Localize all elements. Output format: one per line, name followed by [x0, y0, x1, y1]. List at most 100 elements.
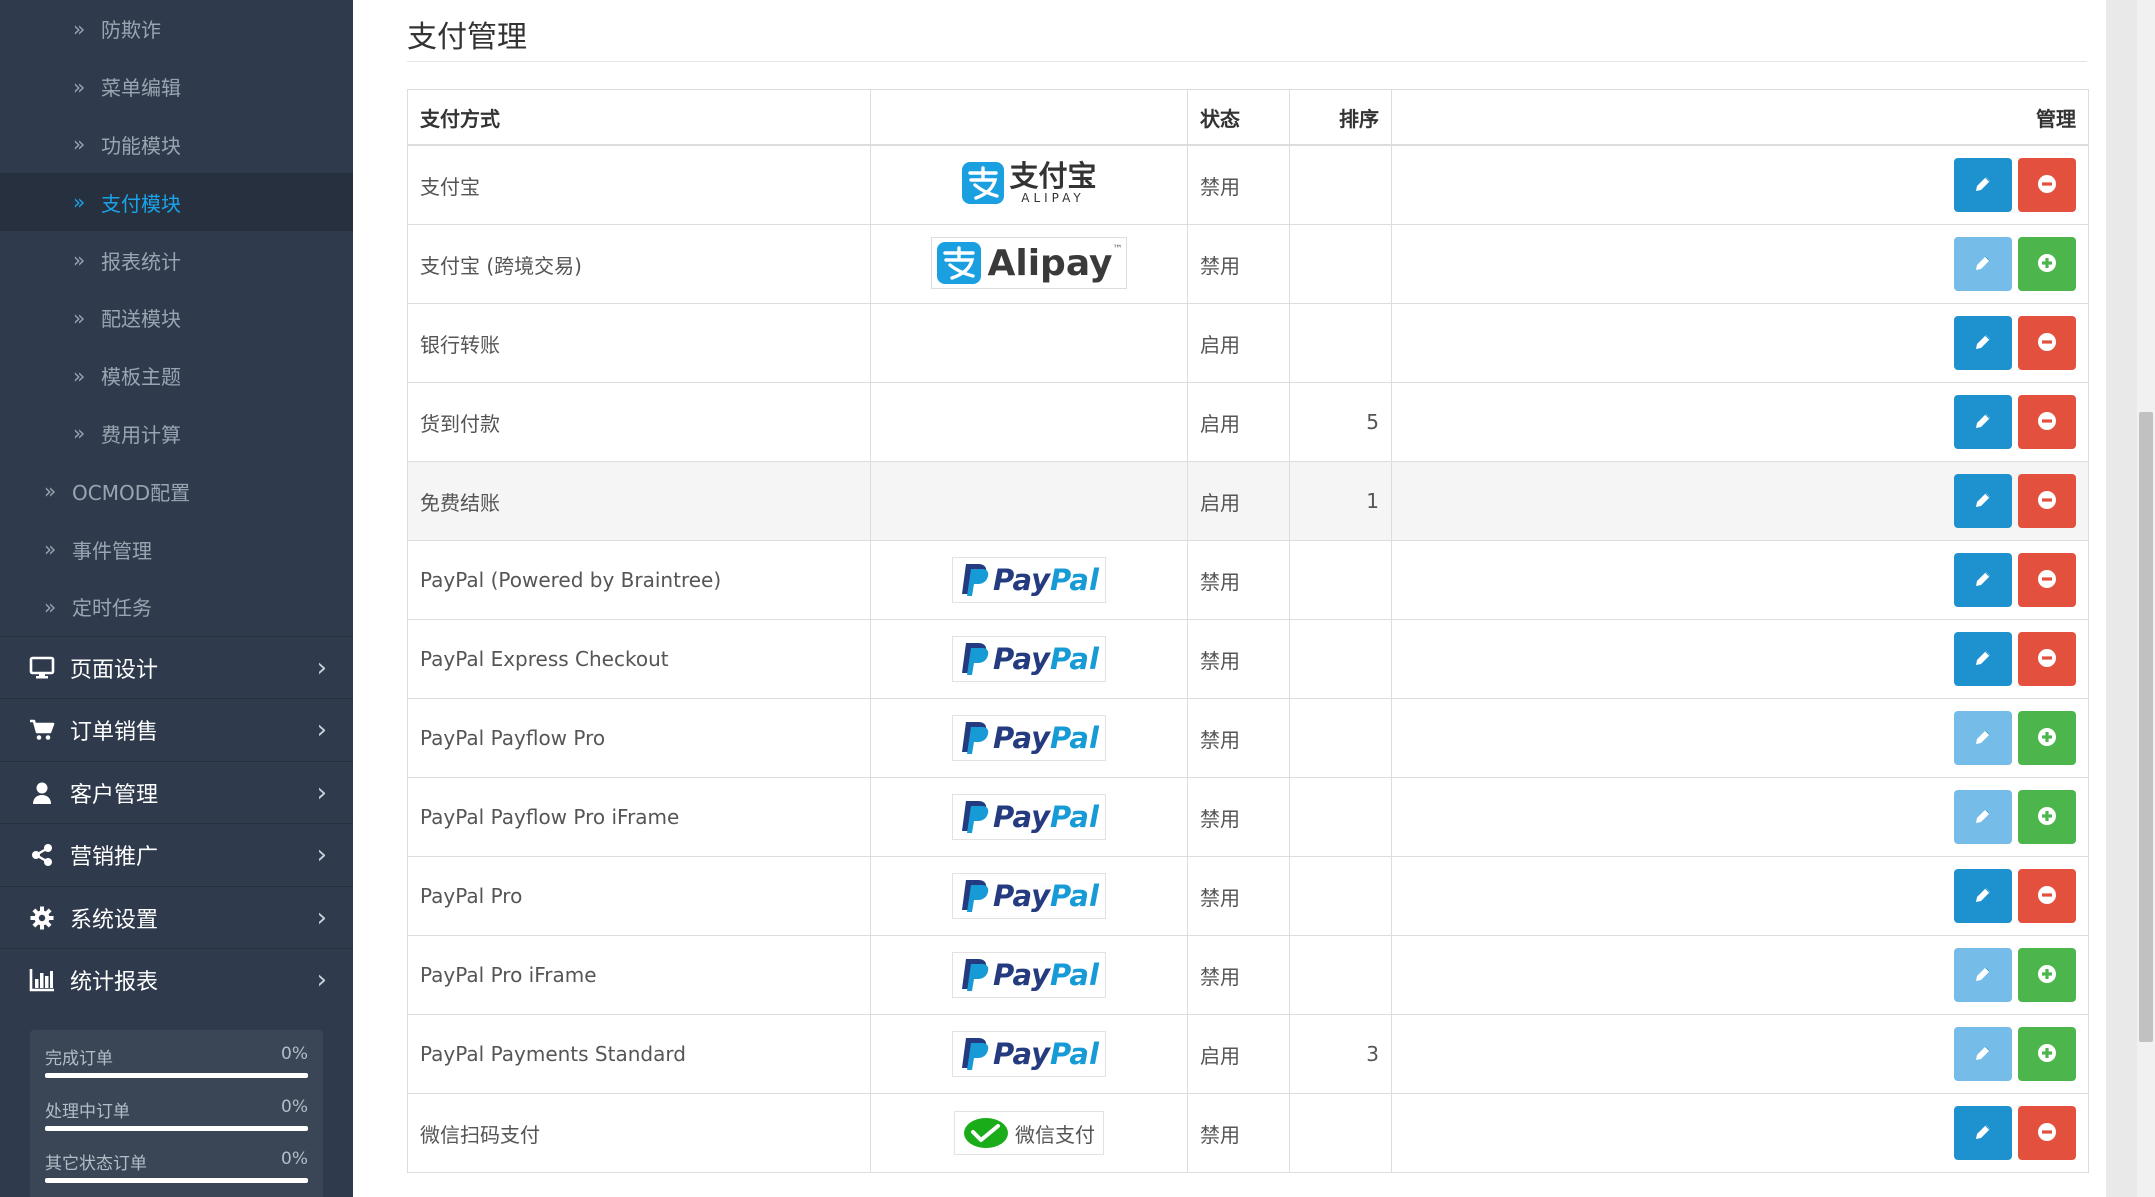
uninstall-button[interactable] [2018, 1106, 2076, 1160]
sidebar-item-8[interactable]: » OCMOD配置 [0, 462, 353, 520]
payment-method-name: PayPal Pro iFrame [407, 935, 871, 1015]
edit-button[interactable] [1954, 869, 2012, 923]
page-gutter [2106, 0, 2137, 1197]
share-icon [28, 841, 56, 869]
sidebar-item-label: 防欺诈 [101, 18, 161, 43]
paypal-logo-pal: Pal [1050, 563, 1099, 597]
column-header-method[interactable]: 支付方式 [407, 89, 871, 146]
paypal-logo-pay: Pay [993, 879, 1051, 913]
install-button[interactable] [2018, 1027, 2076, 1081]
payment-method-logo-cell: Pay Pal [870, 935, 1188, 1015]
install-button[interactable] [2018, 237, 2076, 291]
order-stat-label: 完成订单 [45, 1049, 113, 1069]
install-button[interactable] [2018, 948, 2076, 1002]
payment-status: 禁用 [1187, 1093, 1290, 1173]
edit-button[interactable] [1954, 632, 2012, 686]
paypal-logo: Pay Pal [952, 636, 1106, 682]
chevron-double-right-icon: » [44, 537, 57, 562]
edit-button[interactable] [1954, 1027, 2012, 1081]
sidebar-menu-label: 系统设置 [70, 907, 159, 933]
cog-icon [28, 904, 56, 932]
payment-status: 禁用 [1187, 935, 1290, 1015]
edit-button[interactable] [1954, 237, 2012, 291]
column-header-status[interactable]: 状态 [1187, 89, 1290, 146]
wechat-pay-logo: 微信支付 [954, 1111, 1104, 1155]
sidebar-item-2[interactable]: » 功能模块 [0, 116, 353, 174]
column-header-sort[interactable]: 排序 [1289, 89, 1392, 146]
table-row: 支付宝 支付宝 ALIPAY 禁用 [407, 144, 2089, 225]
sidebar-item-1[interactable]: » 菜单编辑 [0, 58, 353, 116]
payment-method-name: PayPal Payflow Pro iFrame [407, 777, 871, 857]
payment-method-logo-cell [870, 303, 1188, 383]
payment-actions [1391, 224, 2089, 304]
sidebar-item-6[interactable]: » 模板主题 [0, 347, 353, 405]
install-button[interactable] [2018, 790, 2076, 844]
payment-status: 禁用 [1187, 698, 1290, 778]
uninstall-button[interactable] [2018, 474, 2076, 528]
chevron-double-right-icon: » [73, 132, 86, 157]
payment-actions [1391, 461, 2089, 541]
payment-method-logo-cell: 支付宝 ALIPAY [870, 144, 1188, 225]
payment-sort-order: 5 [1289, 382, 1392, 462]
alipay-logo-subtext: ALIPAY [1021, 190, 1085, 205]
sidebar-item-7[interactable]: » 费用计算 [0, 405, 353, 463]
sidebar-menu-2[interactable]: 客户管理 › [0, 760, 353, 824]
sidebar-menu-0[interactable]: 页面设计 › [0, 635, 353, 699]
sidebar-menu-5[interactable]: 统计报表 › [0, 948, 353, 1011]
edit-button[interactable] [1954, 474, 2012, 528]
payment-status: 启用 [1187, 461, 1290, 541]
paypal-logo-pay: Pay [993, 958, 1051, 992]
sidebar-item-0[interactable]: » 防欺诈 [0, 0, 353, 58]
minus-circle-icon [2036, 647, 2058, 672]
uninstall-button[interactable] [2018, 395, 2076, 449]
sidebar-menu-label: 页面设计 [70, 657, 159, 683]
payment-method-logo-cell: Pay Pal [870, 1014, 1188, 1094]
sidebar-item-3[interactable]: » 支付模块 [0, 173, 353, 232]
sidebar-item-label: 报表统计 [101, 249, 181, 274]
uninstall-button[interactable] [2018, 632, 2076, 686]
payment-method-name: PayPal Payments Standard [407, 1014, 871, 1094]
sidebar-item-label: 配送模块 [101, 307, 181, 332]
payment-actions [1391, 619, 2089, 699]
scrollbar-thumb[interactable] [2139, 412, 2153, 1042]
edit-button[interactable] [1954, 711, 2012, 765]
alipay-logo-text: 支付宝 [1009, 158, 1097, 193]
pencil-icon [1973, 174, 1993, 197]
uninstall-button[interactable] [2018, 158, 2076, 212]
sidebar-submenu: » 防欺诈» 菜单编辑» 功能模块» 支付模块» 报表统计» 配送模块» 模板主题» 费用计算»… [0, 0, 353, 636]
payment-sort-order: 1 [1289, 461, 1392, 541]
sidebar-item-4[interactable]: » 报表统计 [0, 231, 353, 289]
table-row: PayPal Pro Pay Pal 禁用 [407, 856, 2089, 936]
sidebar-menu-4[interactable]: 系统设置 › [0, 885, 353, 949]
sidebar-menu-1[interactable]: 订单销售 › [0, 698, 353, 761]
sidebar-menu-3[interactable]: 营销推广 › [0, 823, 353, 886]
table-row: PayPal Payments Standard Pay Pal 启用 3 [407, 1014, 2089, 1094]
pencil-icon [1973, 964, 1993, 987]
chevron-double-right-icon: » [73, 421, 86, 446]
paypal-logo: Pay Pal [952, 873, 1106, 919]
sidebar-item-10[interactable]: » 定时任务 [0, 578, 353, 636]
chevron-double-right-icon: » [73, 74, 86, 99]
chevron-double-right-icon: » [73, 248, 86, 273]
table-row: 银行转账 启用 [407, 303, 2089, 383]
install-button[interactable] [2018, 711, 2076, 765]
edit-button[interactable] [1954, 790, 2012, 844]
edit-button[interactable] [1954, 316, 2012, 370]
plus-circle-icon [2036, 805, 2058, 830]
sidebar-item-9[interactable]: » 事件管理 [0, 520, 353, 578]
edit-button[interactable] [1954, 395, 2012, 449]
edit-button[interactable] [1954, 553, 2012, 607]
pencil-icon [1973, 1043, 1993, 1066]
uninstall-button[interactable] [2018, 316, 2076, 370]
sidebar-item-label: 费用计算 [101, 422, 181, 447]
order-stat-value: 0% [281, 1149, 308, 1169]
sidebar-item-label: OCMOD配置 [72, 480, 191, 505]
sidebar-item-5[interactable]: » 配送模块 [0, 289, 353, 347]
edit-button[interactable] [1954, 158, 2012, 212]
uninstall-button[interactable] [2018, 869, 2076, 923]
uninstall-button[interactable] [2018, 553, 2076, 607]
edit-button[interactable] [1954, 948, 2012, 1002]
edit-button[interactable] [1954, 1106, 2012, 1160]
payment-method-logo-cell: Pay Pal [870, 540, 1188, 620]
user-icon [28, 779, 56, 807]
